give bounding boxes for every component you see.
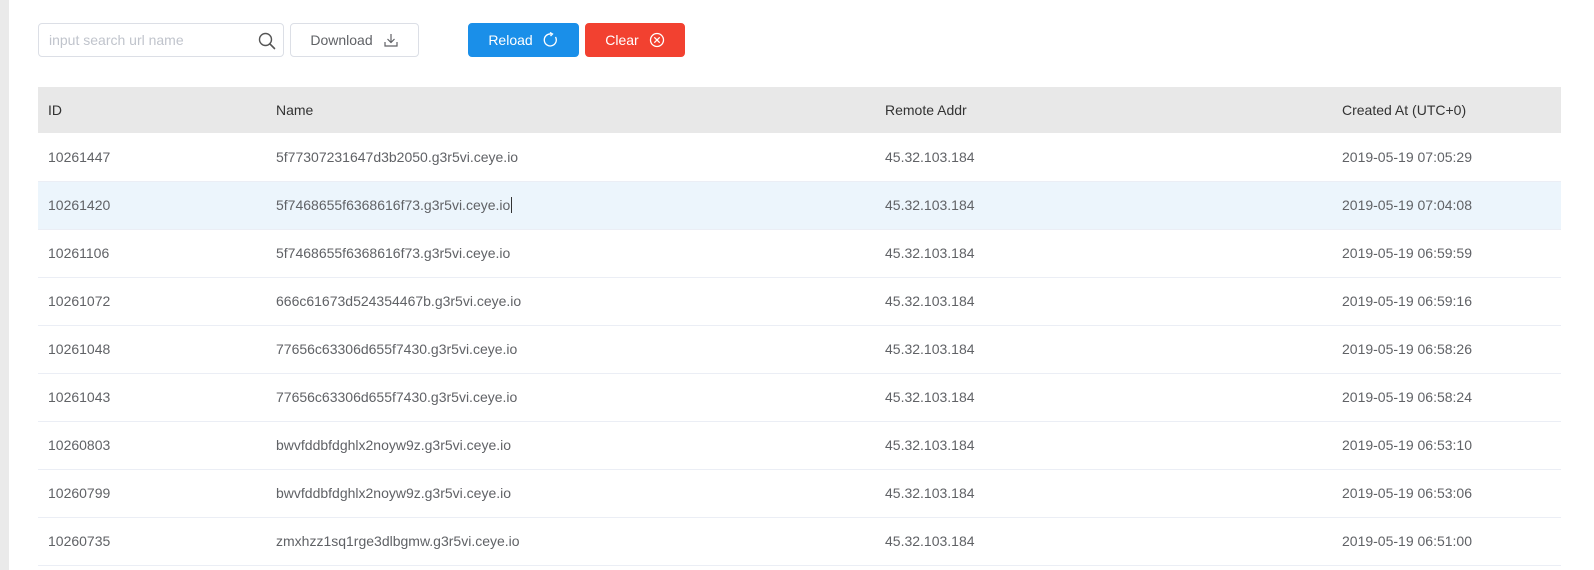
- text-cursor: [511, 197, 513, 213]
- cell-id: 10261106: [48, 245, 110, 261]
- cell-created-at: 2019-05-19 06:59:59: [1342, 245, 1472, 261]
- reload-icon: [543, 32, 559, 48]
- cell-name-with-caret: 5f7468655f6368616f73.g3r5vi.ceye.io: [266, 181, 875, 229]
- cell-id: 10261447: [48, 148, 111, 165]
- cell-created-at: 2019-05-19 06:58:26: [1342, 341, 1472, 357]
- table-row[interactable]: 10260803 bwvfddbfdghlx2noyw9z.g3r5vi.cey…: [38, 421, 1561, 469]
- cell-id: 10261048: [48, 341, 111, 357]
- cell-name: zmxhzz1sq1rge3dlbgmw.g3r5vi.ceye.io: [276, 533, 520, 549]
- cell-remote-addr: 45.32.103.184: [885, 389, 975, 405]
- table-row[interactable]: 10261447 5f77307231647d3b2050.g3r5vi.cey…: [38, 133, 1561, 181]
- table-row[interactable]: 10261420 5f7468655f6368616f73.g3r5vi.cey…: [38, 181, 1561, 229]
- download-button-label: Download: [310, 32, 373, 48]
- cell-created-at: 2019-05-19 06:58:24: [1342, 389, 1472, 405]
- clear-button-label: Clear: [605, 32, 639, 48]
- cell-name: 77656c63306d655f7430.g3r5vi.ceye.io: [276, 341, 518, 357]
- download-icon: [383, 32, 399, 48]
- cell-created-at: 2019-05-19 06:53:10: [1342, 437, 1472, 453]
- search-field[interactable]: [38, 23, 284, 57]
- cell-created-at: 2019-05-19 07:05:29: [1342, 148, 1472, 165]
- table-header-row: ID Name Remote Addr Created At (UTC+0): [38, 87, 1561, 133]
- table-row[interactable]: 10260799 bwvfddbfdghlx2noyw9z.g3r5vi.cey…: [38, 469, 1561, 517]
- toolbar: Download Reload Clear: [38, 23, 738, 57]
- cell-remote-addr: 45.32.103.184: [885, 341, 975, 357]
- cell-name: 5f7468655f6368616f73.g3r5vi.ceye.io: [276, 245, 511, 261]
- download-button[interactable]: Download: [290, 23, 419, 57]
- column-header-name[interactable]: Name: [266, 87, 875, 133]
- cell-remote-addr: 45.32.103.184: [885, 245, 975, 261]
- cell-id: 10260799: [48, 485, 111, 501]
- cell-name: 5f7468655f6368616f73.g3r5vi.ceye.io: [276, 197, 511, 213]
- cell-id: 10261420: [48, 197, 111, 213]
- cell-id: 10261072: [48, 293, 111, 309]
- table-row[interactable]: 10261106 5f7468655f6368616f73.g3r5vi.cey…: [38, 229, 1561, 277]
- cell-name: 5f77307231647d3b2050.g3r5vi.ceye.io: [276, 148, 519, 165]
- cell-remote-addr: 45.32.103.184: [885, 533, 975, 549]
- clear-button[interactable]: Clear: [585, 23, 685, 57]
- table-row[interactable]: 10261072 666c61673d524354467b.g3r5vi.cey…: [38, 277, 1561, 325]
- column-header-remote-addr[interactable]: Remote Addr: [875, 87, 1332, 133]
- cell-id: 10260735: [48, 533, 111, 549]
- column-header-created-at[interactable]: Created At (UTC+0): [1332, 87, 1561, 133]
- cell-remote-addr: 45.32.103.184: [885, 437, 975, 453]
- cell-created-at: 2019-05-19 07:04:08: [1342, 197, 1472, 213]
- search-input[interactable]: [39, 24, 249, 56]
- cell-remote-addr: 45.32.103.184: [885, 293, 975, 309]
- cell-remote-addr: 45.32.103.184: [885, 485, 975, 501]
- column-header-id[interactable]: ID: [38, 87, 266, 133]
- sidebar-edge: [0, 0, 9, 570]
- cell-id: 10260803: [48, 437, 111, 453]
- table-row[interactable]: 10261048 77656c63306d655f7430.g3r5vi.cey…: [38, 325, 1561, 373]
- reload-button-label: Reload: [488, 32, 533, 48]
- clear-circle-icon: [649, 32, 665, 48]
- cell-name: bwvfddbfdghlx2noyw9z.g3r5vi.ceye.io: [276, 485, 512, 501]
- cell-name: 666c61673d524354467b.g3r5vi.ceye.io: [276, 293, 522, 309]
- cell-name: 77656c63306d655f7430.g3r5vi.ceye.io: [276, 389, 518, 405]
- dns-records-table: ID Name Remote Addr Created At (UTC+0) 1…: [38, 87, 1561, 566]
- cell-remote-addr: 45.32.103.184: [885, 148, 975, 165]
- cell-name: bwvfddbfdghlx2noyw9z.g3r5vi.ceye.io: [276, 437, 512, 453]
- reload-button[interactable]: Reload: [468, 23, 579, 57]
- table-row[interactable]: 10260735 zmxhzz1sq1rge3dlbgmw.g3r5vi.cey…: [38, 517, 1561, 565]
- cell-created-at: 2019-05-19 06:59:16: [1342, 293, 1472, 309]
- cell-created-at: 2019-05-19 06:51:00: [1342, 533, 1472, 549]
- cell-id: 10261043: [48, 389, 111, 405]
- table-row[interactable]: 10261043 77656c63306d655f7430.g3r5vi.cey…: [38, 373, 1561, 421]
- cell-created-at: 2019-05-19 06:53:06: [1342, 485, 1472, 501]
- cell-remote-addr: 45.32.103.184: [885, 197, 975, 213]
- search-icon[interactable]: [258, 32, 276, 50]
